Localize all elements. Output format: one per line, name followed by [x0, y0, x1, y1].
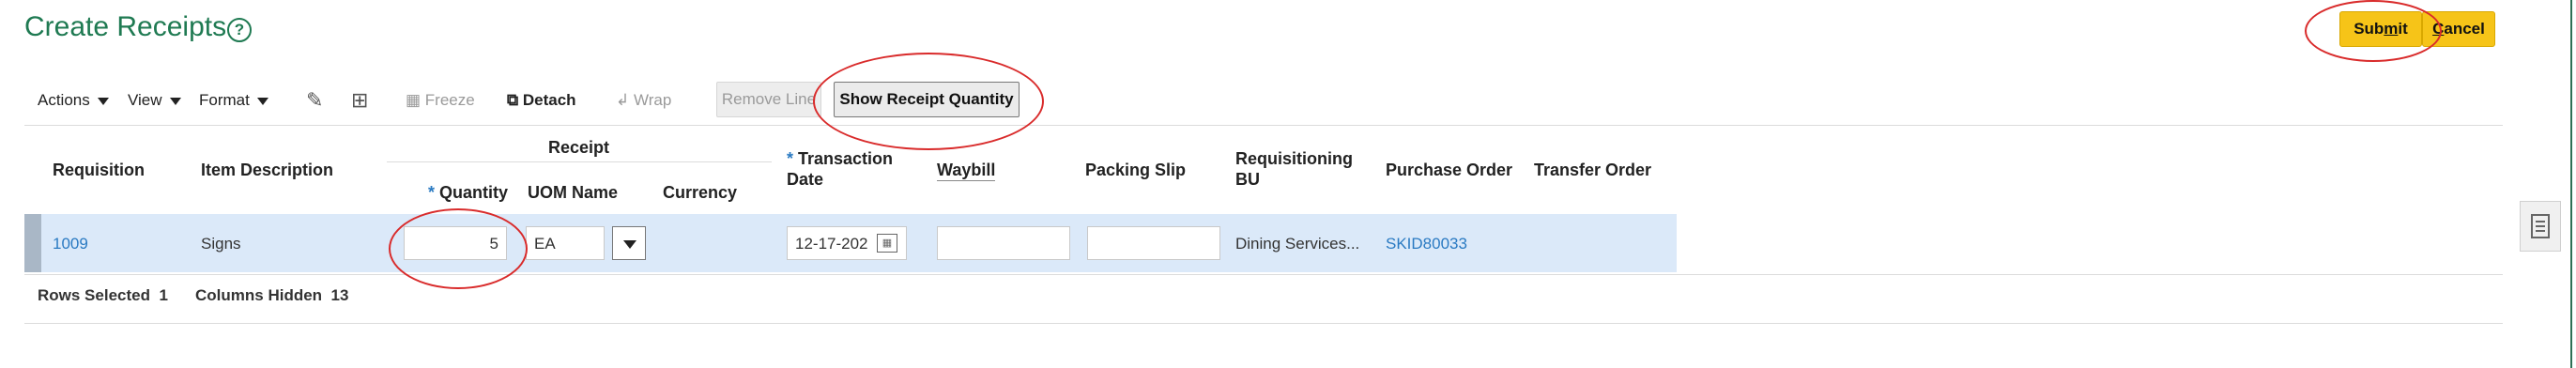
right-edge-bar	[2570, 0, 2572, 368]
actions-menu[interactable]: Actions	[38, 91, 109, 110]
column-header-uom-name[interactable]: UOM Name	[528, 182, 618, 203]
annotation-oval-quantity	[389, 208, 528, 289]
required-indicator: *	[787, 149, 799, 168]
requisitioning-bu-cell: Dining Services...	[1235, 235, 1360, 253]
column-header-transfer-order[interactable]: Transfer Order	[1534, 160, 1651, 180]
table-top-border	[24, 125, 2503, 126]
rows-selected-label: Rows Selected	[38, 286, 150, 304]
purchase-order-link[interactable]: SKID80033	[1386, 235, 1467, 253]
waybill-input[interactable]	[937, 226, 1070, 260]
actions-label: Actions	[38, 91, 90, 109]
edit-pencil-icon[interactable]: ✎	[306, 88, 323, 113]
quantity-header-label: Quantity	[439, 183, 509, 202]
query-by-example-icon[interactable]: ⊞	[351, 88, 368, 113]
detach-icon: ⧉	[507, 91, 519, 109]
required-indicator: *	[428, 183, 440, 202]
transaction-date-header-line1: Transaction	[798, 149, 894, 168]
column-group-header-receipt: Receipt	[548, 138, 610, 157]
footer-bottom-border	[24, 323, 2503, 324]
wrap-icon: ↲	[616, 91, 630, 109]
wrap-label: Wrap	[633, 91, 672, 109]
document-list-icon	[2531, 214, 2550, 238]
column-header-currency[interactable]: Currency	[663, 182, 737, 203]
page-title: Create Receipts	[24, 11, 227, 42]
freeze-icon: ▦	[406, 91, 422, 109]
transaction-date-header-line2: Date	[787, 170, 824, 189]
column-header-requisitioning-bu[interactable]: Requisitioning BU	[1235, 148, 1353, 190]
view-menu[interactable]: View	[128, 91, 181, 110]
uom-dropdown-button[interactable]	[612, 226, 646, 260]
column-header-purchase-order[interactable]: Purchase Order	[1386, 160, 1512, 180]
format-label: Format	[199, 91, 250, 109]
help-icon[interactable]: ?	[227, 18, 252, 42]
annotation-oval-submit	[2305, 0, 2442, 62]
columns-hidden-value: 13	[330, 286, 349, 304]
requisitioning-bu-header-line1: Requisitioning	[1235, 149, 1353, 168]
row-selection-indicator	[24, 214, 41, 272]
detach-button[interactable]: ⧉ Detach	[507, 91, 576, 110]
view-label: View	[128, 91, 162, 109]
chevron-down-icon	[256, 97, 268, 105]
chevron-down-icon	[169, 97, 181, 105]
column-header-requisition[interactable]: Requisition	[53, 160, 145, 180]
side-panel-toggle[interactable]	[2520, 201, 2561, 252]
detach-label: Detach	[522, 91, 576, 109]
cancel-label-suffix: ancel	[2444, 20, 2485, 38]
freeze-button[interactable]: ▦ Freeze	[406, 91, 475, 110]
freeze-label: Freeze	[424, 91, 475, 109]
column-header-quantity[interactable]: * Quantity	[428, 182, 508, 203]
receipt-group-divider	[387, 161, 772, 162]
annotation-oval-show-receipt-quantity	[813, 53, 1044, 150]
column-header-item-description[interactable]: Item Description	[201, 160, 333, 180]
chevron-down-icon	[623, 240, 636, 249]
columns-hidden-label: Columns Hidden	[195, 286, 323, 304]
uom-name-input[interactable]: EA	[526, 226, 605, 260]
columns-hidden-status: Columns Hidden 13	[195, 286, 348, 305]
requisition-link[interactable]: 1009	[53, 235, 88, 253]
column-header-packing-slip[interactable]: Packing Slip	[1085, 160, 1186, 180]
packing-slip-input[interactable]	[1087, 226, 1220, 260]
table-bottom-border	[24, 274, 2503, 275]
calendar-icon[interactable]: ▦	[877, 234, 897, 253]
item-description-cell: Signs	[201, 235, 241, 253]
rows-selected-value: 1	[159, 286, 168, 304]
remove-line-button[interactable]: Remove Line	[716, 82, 821, 117]
column-header-waybill[interactable]: Waybill	[937, 160, 996, 181]
rows-selected-status: Rows Selected 1	[38, 286, 168, 305]
wrap-button[interactable]: ↲ Wrap	[616, 91, 671, 110]
column-header-transaction-date[interactable]: * Transaction Date	[787, 148, 893, 190]
chevron-down-icon	[97, 97, 109, 105]
format-menu[interactable]: Format	[199, 91, 268, 110]
requisitioning-bu-header-line2: BU	[1235, 170, 1260, 189]
